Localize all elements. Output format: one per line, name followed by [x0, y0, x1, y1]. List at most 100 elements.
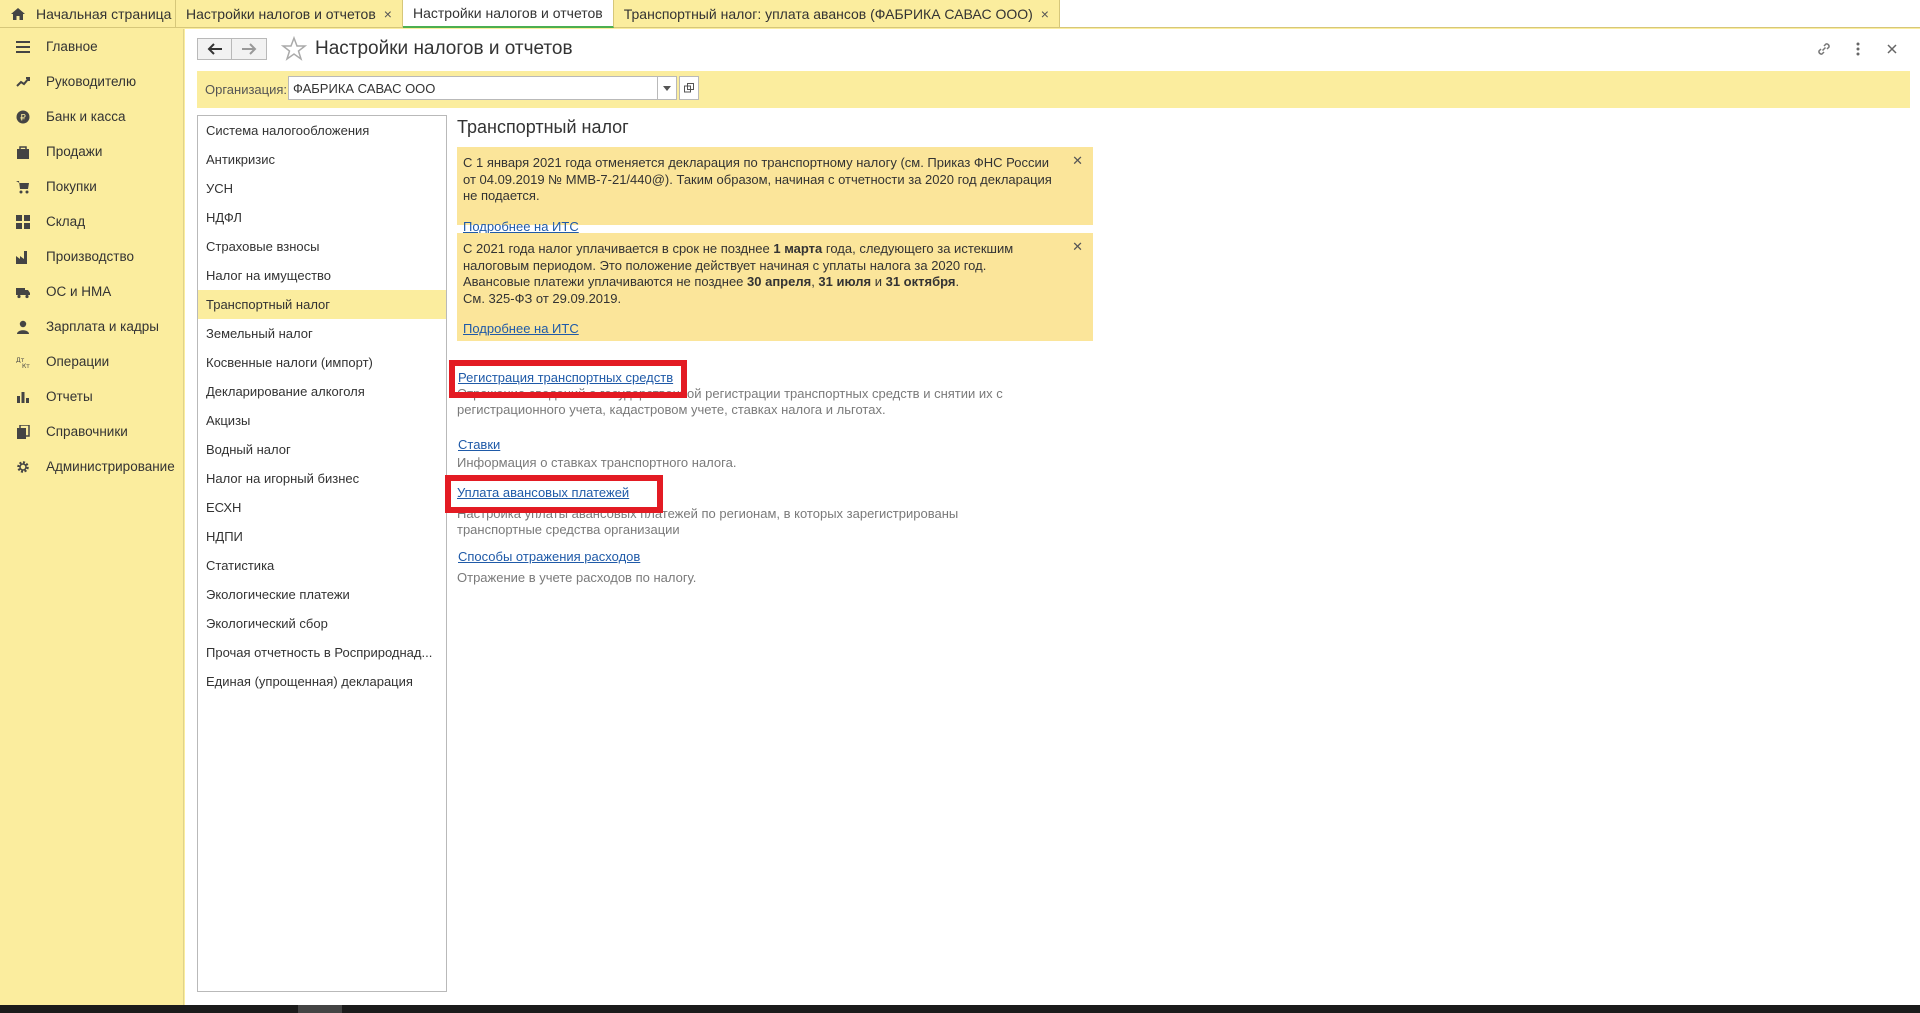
tab-settings-1[interactable]: Настройки налогов и отчетов ×	[176, 0, 403, 28]
cart-icon	[16, 180, 30, 194]
sidebar-item-main[interactable]: Главное	[0, 29, 183, 64]
sidebar-item-label: Операции	[46, 354, 110, 369]
section-item[interactable]: НДПИ	[198, 522, 446, 551]
bag-icon	[16, 145, 30, 159]
organization-field[interactable]: ФАБРИКА САВАС ООО	[288, 76, 658, 100]
sidebar-item-label: Зарплата и кадры	[46, 319, 159, 334]
link-icon[interactable]	[1814, 39, 1834, 59]
sidebar-item-label: Главное	[46, 39, 98, 54]
sidebar-item-sales[interactable]: Продажи	[0, 134, 183, 169]
favorite-star-icon[interactable]	[280, 35, 308, 62]
section-item[interactable]: УСН	[198, 174, 446, 203]
expense-methods-link[interactable]: Способы отражения расходов	[458, 549, 640, 564]
close-icon[interactable]: ✕	[1072, 239, 1083, 256]
its-link[interactable]: Подробнее на ИТС	[463, 321, 1053, 338]
highlight-box-registration	[449, 360, 687, 398]
close-icon[interactable]: ×	[384, 6, 392, 22]
sidebar-item-purchases[interactable]: Покупки	[0, 169, 183, 204]
section-item[interactable]: Прочая отчетность в Росприроднад...	[198, 638, 446, 667]
title-bar-actions	[1814, 39, 1902, 59]
page-title: Настройки налогов и отчетов	[315, 38, 573, 59]
notice-payment-terms: С 2021 года налог уплачивается в срок не…	[457, 233, 1093, 341]
home-icon	[10, 6, 26, 22]
section-item[interactable]: Земельный налог	[198, 319, 446, 348]
section-item[interactable]: Налог на игорный бизнес	[198, 464, 446, 493]
section-item[interactable]: Экологические платежи	[198, 580, 446, 609]
section-item[interactable]: Косвенные налоги (импорт)	[198, 348, 446, 377]
sidebar-item-bank[interactable]: ₽ Банк и касса	[0, 99, 183, 134]
sidebar-item-production[interactable]: Производство	[0, 239, 183, 274]
sidebar-item-assets[interactable]: ОС и НМА	[0, 274, 183, 309]
notice-text: С 1 января 2021 года отменяется декларац…	[463, 155, 1052, 203]
section-item[interactable]: Система налогообложения	[198, 116, 446, 145]
notice-text: См. 325-ФЗ от 29.09.2019.	[463, 290, 622, 306]
svg-text:₽: ₽	[20, 113, 26, 123]
organization-label: Организация:	[205, 82, 288, 97]
sidebar-item-label: Склад	[46, 214, 86, 229]
notice-text: и	[871, 274, 886, 289]
notice-text: .	[955, 274, 960, 289]
menu-icon	[16, 40, 30, 54]
section-item[interactable]: ЕСХН	[198, 493, 446, 522]
sidebar-item-label: Справочники	[46, 424, 128, 439]
open-window-icon	[684, 83, 694, 93]
sidebar-item-label: Продажи	[46, 144, 103, 159]
close-icon[interactable]: ✕	[1072, 153, 1083, 170]
nav-buttons	[197, 38, 267, 60]
section-item[interactable]: Экологический сбор	[198, 609, 446, 638]
section-item[interactable]: Водный налог	[198, 435, 446, 464]
sidebar-item-directories[interactable]: Справочники	[0, 414, 183, 449]
section-item[interactable]: Транспортный налог	[198, 290, 446, 319]
notice-declaration: С 1 января 2021 года отменяется декларац…	[457, 147, 1093, 234]
section-title: Транспортный налог	[457, 117, 629, 137]
sidebar-item-warehouse[interactable]: Склад	[0, 204, 183, 239]
close-icon[interactable]	[1882, 39, 1902, 59]
tab-transport-advances[interactable]: Транспортный налог: уплата авансов (ФАБР…	[614, 0, 1060, 28]
forward-button[interactable]	[232, 38, 267, 60]
organization-dropdown-button[interactable]	[658, 76, 677, 100]
organization-bar: Организация: ФАБРИКА САВАС ООО	[197, 71, 1910, 108]
arrow-right-icon	[242, 43, 257, 55]
sidebar-item-label: Администрирование	[46, 459, 175, 474]
tab-label: Транспортный налог: уплата авансов (ФАБР…	[623, 6, 1033, 22]
section-item[interactable]: Статистика	[198, 551, 446, 580]
main-panel: Настройки налогов и отчетов Организация:…	[185, 29, 1920, 1005]
more-icon[interactable]	[1848, 39, 1868, 59]
gear-icon	[16, 460, 30, 474]
section-item[interactable]: Налог на имущество	[198, 261, 446, 290]
sidebar-item-reports[interactable]: Отчеты	[0, 379, 183, 414]
tab-home-label: Начальная страница	[36, 6, 172, 22]
sections-list: Система налогообложения Антикризис УСН НДФЛ…	[197, 115, 447, 992]
sidebar-item-salary[interactable]: Зарплата и кадры	[0, 309, 183, 344]
sidebar-item-administration[interactable]: Администрирование	[0, 449, 183, 484]
section-item[interactable]: Антикризис	[198, 145, 446, 174]
tab-label: Настройки налогов и отчетов	[412, 5, 603, 21]
sidebar-item-label: Банк и касса	[46, 109, 126, 124]
back-button[interactable]	[197, 38, 232, 60]
sidebar-item-label: ОС и НМА	[46, 284, 112, 299]
rates-link[interactable]: Ставки	[458, 437, 500, 452]
dt-kt-icon: Дт Кт	[16, 355, 30, 369]
grid-icon	[16, 214, 30, 229]
sidebar-item-operations[interactable]: Дт Кт Операции	[0, 344, 183, 379]
tab-settings-2[interactable]: Настройки налогов и отчетов	[402, 0, 614, 28]
sidebar-item-label: Покупки	[46, 179, 97, 194]
close-icon[interactable]: ×	[1041, 6, 1049, 22]
highlight-box-advance-payments	[445, 475, 663, 513]
section-item[interactable]: Единая (упрощенная) декларация	[198, 667, 446, 696]
section-item[interactable]: Акцизы	[198, 406, 446, 435]
organization-open-button[interactable]	[679, 76, 699, 100]
section-item[interactable]: НДФЛ	[198, 203, 446, 232]
sidebar-item-label: Руководителю	[46, 74, 137, 89]
tab-home[interactable]: Начальная страница	[0, 0, 176, 28]
content-area: Транспортный налог С 1 января 2021 года …	[445, 115, 1257, 585]
sidebar-item-manager[interactable]: Руководителю	[0, 64, 183, 99]
section-item[interactable]: Страховые взносы	[198, 232, 446, 261]
notice-bold: 31 июля	[818, 274, 872, 289]
ruble-icon: ₽	[16, 110, 30, 124]
chevron-down-icon	[663, 85, 671, 91]
title-bar: Настройки налогов и отчетов	[185, 29, 1920, 69]
section-item[interactable]: Декларирование алкоголя	[198, 377, 446, 406]
notice-bold: 1 марта	[773, 241, 823, 256]
tab-bar-fill	[1059, 0, 1920, 27]
